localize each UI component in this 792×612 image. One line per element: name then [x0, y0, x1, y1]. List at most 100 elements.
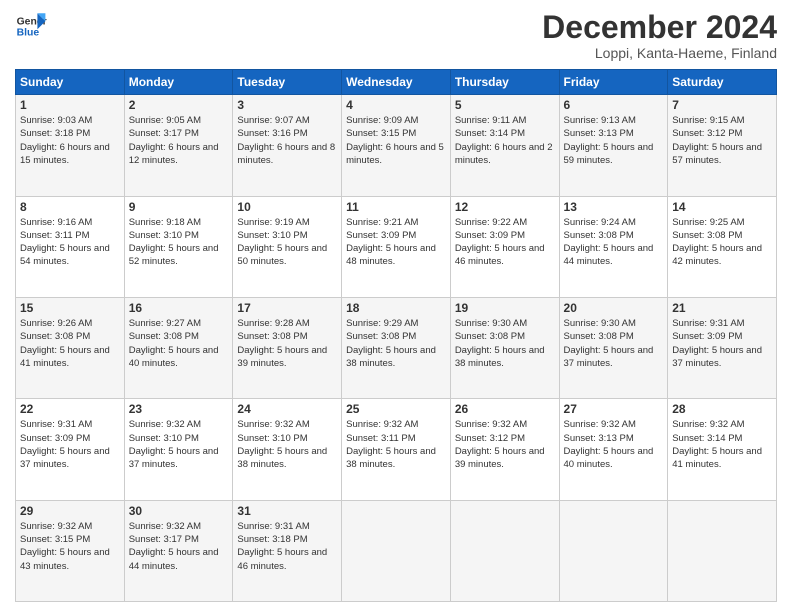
calendar-cell: 10 Sunrise: 9:19 AMSunset: 3:10 PMDayligh… [233, 196, 342, 297]
day-number: 27 [564, 402, 664, 416]
calendar-cell: 14 Sunrise: 9:25 AMSunset: 3:08 PMDayligh… [668, 196, 777, 297]
day-number: 1 [20, 98, 120, 112]
day-info: Sunrise: 9:13 AMSunset: 3:13 PMDaylight:… [564, 114, 664, 167]
day-number: 19 [455, 301, 555, 315]
day-number: 10 [237, 200, 337, 214]
day-info: Sunrise: 9:27 AMSunset: 3:08 PMDaylight:… [129, 317, 229, 370]
day-info: Sunrise: 9:03 AMSunset: 3:18 PMDaylight:… [20, 114, 120, 167]
calendar-cell: 3 Sunrise: 9:07 AMSunset: 3:16 PMDaylight… [233, 95, 342, 196]
day-number: 3 [237, 98, 337, 112]
day-info: Sunrise: 9:31 AMSunset: 3:09 PMDaylight:… [672, 317, 772, 370]
day-info: Sunrise: 9:21 AMSunset: 3:09 PMDaylight:… [346, 216, 446, 269]
day-info: Sunrise: 9:32 AMSunset: 3:10 PMDaylight:… [129, 418, 229, 471]
day-number: 16 [129, 301, 229, 315]
location-subtitle: Loppi, Kanta-Haeme, Finland [542, 45, 777, 61]
day-number: 4 [346, 98, 446, 112]
day-info: Sunrise: 9:30 AMSunset: 3:08 PMDaylight:… [455, 317, 555, 370]
calendar-cell: 20 Sunrise: 9:30 AMSunset: 3:08 PMDayligh… [559, 297, 668, 398]
day-number: 2 [129, 98, 229, 112]
week-row-5: 29Sunrise: 9:32 AMSunset: 3:15 PMDayligh… [16, 500, 777, 601]
day-info: Sunrise: 9:30 AMSunset: 3:08 PMDaylight:… [564, 317, 664, 370]
day-info: Sunrise: 9:32 AMSunset: 3:10 PMDaylight:… [237, 418, 337, 471]
day-info: Sunrise: 9:32 AMSunset: 3:17 PMDaylight:… [129, 520, 229, 573]
day-number: 9 [129, 200, 229, 214]
day-header-wednesday: Wednesday [342, 70, 451, 95]
day-header-tuesday: Tuesday [233, 70, 342, 95]
day-info: Sunrise: 9:22 AMSunset: 3:09 PMDaylight:… [455, 216, 555, 269]
svg-text:Blue: Blue [17, 28, 40, 39]
day-info: Sunrise: 9:09 AMSunset: 3:15 PMDaylight:… [346, 114, 446, 167]
calendar-cell: 29Sunrise: 9:32 AMSunset: 3:15 PMDayligh… [16, 500, 125, 601]
day-header-sunday: Sunday [16, 70, 125, 95]
day-number: 5 [455, 98, 555, 112]
calendar-cell: 30 Sunrise: 9:32 AMSunset: 3:17 PMDayligh… [124, 500, 233, 601]
calendar-cell: 11 Sunrise: 9:21 AMSunset: 3:09 PMDayligh… [342, 196, 451, 297]
day-number: 29 [20, 504, 120, 518]
calendar-cell: 31Sunrise: 9:31 AMSunset: 3:18 PMDayligh… [233, 500, 342, 601]
week-row-2: 8Sunrise: 9:16 AMSunset: 3:11 PMDaylight… [16, 196, 777, 297]
calendar-cell: 15Sunrise: 9:26 AMSunset: 3:08 PMDayligh… [16, 297, 125, 398]
calendar-table: SundayMondayTuesdayWednesdayThursdayFrid… [15, 69, 777, 602]
day-info: Sunrise: 9:24 AMSunset: 3:08 PMDaylight:… [564, 216, 664, 269]
calendar-cell: 8Sunrise: 9:16 AMSunset: 3:11 PMDaylight… [16, 196, 125, 297]
calendar-cell: 2 Sunrise: 9:05 AMSunset: 3:17 PMDaylight… [124, 95, 233, 196]
day-number: 17 [237, 301, 337, 315]
title-block: December 2024 Loppi, Kanta-Haeme, Finlan… [542, 10, 777, 61]
calendar-cell: 24 Sunrise: 9:32 AMSunset: 3:10 PMDayligh… [233, 399, 342, 500]
week-row-1: 1 Sunrise: 9:03 AMSunset: 3:18 PMDaylight… [16, 95, 777, 196]
day-number: 28 [672, 402, 772, 416]
day-number: 24 [237, 402, 337, 416]
calendar-cell: 23 Sunrise: 9:32 AMSunset: 3:10 PMDayligh… [124, 399, 233, 500]
day-header-friday: Friday [559, 70, 668, 95]
calendar-cell: 26Sunrise: 9:32 AMSunset: 3:12 PMDayligh… [450, 399, 559, 500]
calendar-cell: 21 Sunrise: 9:31 AMSunset: 3:09 PMDayligh… [668, 297, 777, 398]
day-number: 25 [346, 402, 446, 416]
day-number: 23 [129, 402, 229, 416]
day-info: Sunrise: 9:11 AMSunset: 3:14 PMDaylight:… [455, 114, 555, 167]
day-header-saturday: Saturday [668, 70, 777, 95]
calendar-cell: 18 Sunrise: 9:29 AMSunset: 3:08 PMDayligh… [342, 297, 451, 398]
calendar-cell: 17 Sunrise: 9:28 AMSunset: 3:08 PMDayligh… [233, 297, 342, 398]
calendar-cell: 4 Sunrise: 9:09 AMSunset: 3:15 PMDaylight… [342, 95, 451, 196]
calendar-cell: 9 Sunrise: 9:18 AMSunset: 3:10 PMDaylight… [124, 196, 233, 297]
day-info: Sunrise: 9:28 AMSunset: 3:08 PMDaylight:… [237, 317, 337, 370]
day-number: 22 [20, 402, 120, 416]
calendar-cell: 6 Sunrise: 9:13 AMSunset: 3:13 PMDaylight… [559, 95, 668, 196]
calendar-cell [342, 500, 451, 601]
day-number: 21 [672, 301, 772, 315]
day-number: 20 [564, 301, 664, 315]
day-number: 14 [672, 200, 772, 214]
calendar-cell: 1 Sunrise: 9:03 AMSunset: 3:18 PMDaylight… [16, 95, 125, 196]
calendar-cell: 19 Sunrise: 9:30 AMSunset: 3:08 PMDayligh… [450, 297, 559, 398]
day-info: Sunrise: 9:19 AMSunset: 3:10 PMDaylight:… [237, 216, 337, 269]
day-info: Sunrise: 9:32 AMSunset: 3:13 PMDaylight:… [564, 418, 664, 471]
day-info: Sunrise: 9:18 AMSunset: 3:10 PMDaylight:… [129, 216, 229, 269]
calendar-cell: 25 Sunrise: 9:32 AMSunset: 3:11 PMDayligh… [342, 399, 451, 500]
day-number: 6 [564, 98, 664, 112]
week-row-3: 15Sunrise: 9:26 AMSunset: 3:08 PMDayligh… [16, 297, 777, 398]
calendar-header-row: SundayMondayTuesdayWednesdayThursdayFrid… [16, 70, 777, 95]
calendar-cell: 22 Sunrise: 9:31 AMSunset: 3:09 PMDayligh… [16, 399, 125, 500]
day-info: Sunrise: 9:05 AMSunset: 3:17 PMDaylight:… [129, 114, 229, 167]
day-info: Sunrise: 9:31 AMSunset: 3:09 PMDaylight:… [20, 418, 120, 471]
day-info: Sunrise: 9:07 AMSunset: 3:16 PMDaylight:… [237, 114, 337, 167]
day-info: Sunrise: 9:29 AMSunset: 3:08 PMDaylight:… [346, 317, 446, 370]
day-number: 8 [20, 200, 120, 214]
day-info: Sunrise: 9:25 AMSunset: 3:08 PMDaylight:… [672, 216, 772, 269]
month-title: December 2024 [542, 10, 777, 45]
day-number: 11 [346, 200, 446, 214]
day-number: 18 [346, 301, 446, 315]
calendar-cell: 27 Sunrise: 9:32 AMSunset: 3:13 PMDayligh… [559, 399, 668, 500]
calendar-cell [559, 500, 668, 601]
calendar-cell: 28Sunrise: 9:32 AMSunset: 3:14 PMDayligh… [668, 399, 777, 500]
day-number: 26 [455, 402, 555, 416]
day-info: Sunrise: 9:32 AMSunset: 3:11 PMDaylight:… [346, 418, 446, 471]
calendar-cell: 7Sunrise: 9:15 AMSunset: 3:12 PMDaylight… [668, 95, 777, 196]
day-number: 30 [129, 504, 229, 518]
calendar-cell: 12Sunrise: 9:22 AMSunset: 3:09 PMDayligh… [450, 196, 559, 297]
logo-icon: General Blue [15, 10, 47, 42]
week-row-4: 22 Sunrise: 9:31 AMSunset: 3:09 PMDayligh… [16, 399, 777, 500]
day-info: Sunrise: 9:31 AMSunset: 3:18 PMDaylight:… [237, 520, 337, 573]
calendar-cell [668, 500, 777, 601]
day-info: Sunrise: 9:26 AMSunset: 3:08 PMDaylight:… [20, 317, 120, 370]
